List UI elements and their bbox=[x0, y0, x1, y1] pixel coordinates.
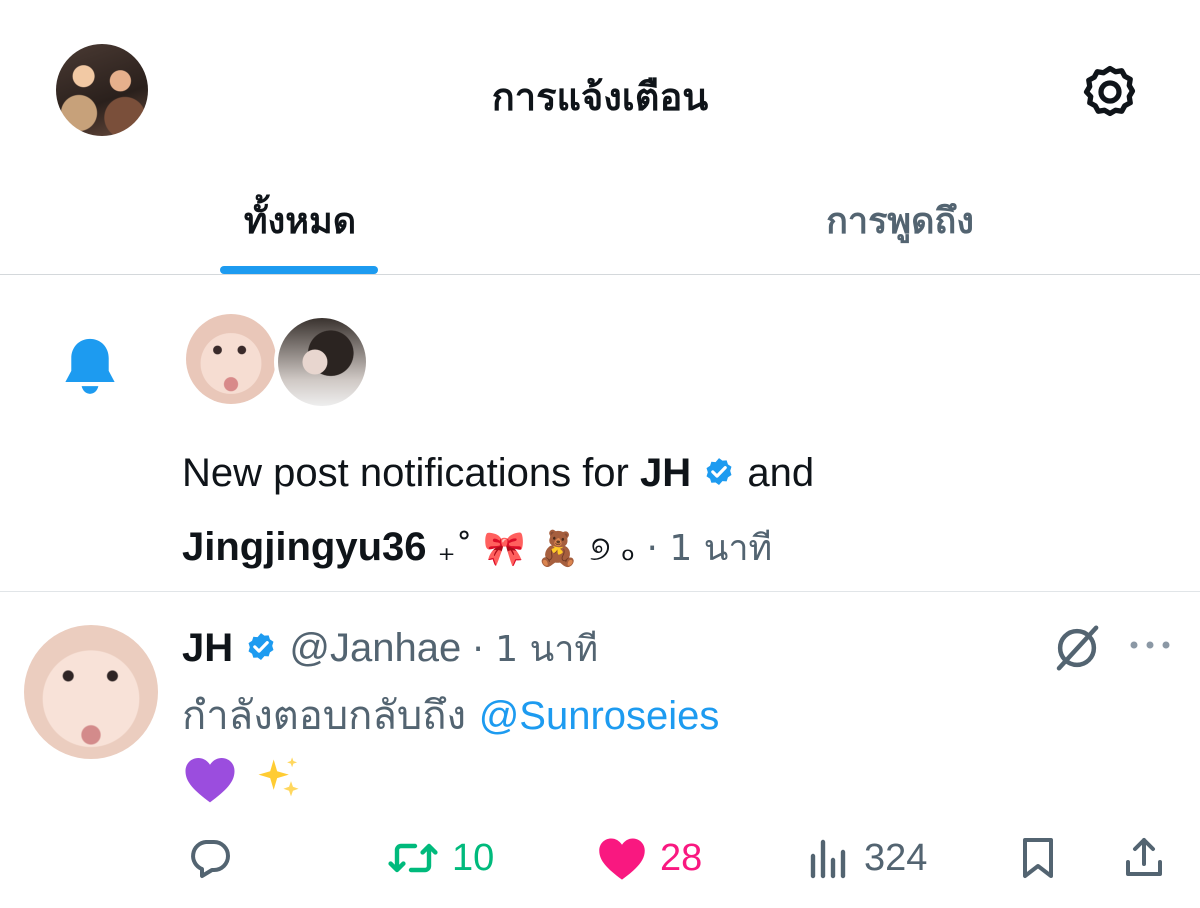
notification-user2-suffix: ₊˚ 🎀 🧸 ୭ ₒ bbox=[437, 529, 636, 569]
repost-count: 10 bbox=[452, 836, 495, 879]
tab-active-indicator bbox=[220, 266, 378, 274]
grok-slash-icon[interactable] bbox=[1050, 621, 1104, 675]
avatar-jh[interactable] bbox=[186, 314, 276, 404]
bar-chart-icon bbox=[810, 839, 846, 879]
like-button[interactable]: 28 bbox=[596, 828, 702, 888]
post-author-avatar[interactable] bbox=[24, 625, 158, 759]
bookmark-icon bbox=[1023, 838, 1053, 878]
notification-text: New post notifications for JH and Jingji… bbox=[182, 436, 1162, 586]
repost-icon bbox=[388, 843, 438, 873]
reply-mention[interactable]: @Sunroseies bbox=[479, 694, 720, 738]
notification-user1[interactable]: JH bbox=[640, 451, 691, 495]
reply-icon bbox=[191, 840, 230, 878]
repost-button[interactable]: 10 bbox=[386, 828, 494, 888]
avatar-jingjingyu36[interactable] bbox=[274, 314, 370, 410]
sparkles-emoji bbox=[258, 757, 300, 797]
share-button[interactable] bbox=[1120, 828, 1180, 888]
post-author-handle[interactable]: @Janhae bbox=[289, 626, 461, 670]
verified-badge-icon bbox=[248, 633, 274, 661]
notification-time: · 1 นาที bbox=[646, 528, 773, 569]
post-author-name[interactable]: JH bbox=[182, 626, 233, 670]
post-item[interactable]: JH @Janhae · 1 นาที กำลังตอบกลับถึง @Sun… bbox=[0, 593, 1200, 908]
view-count: 324 bbox=[864, 836, 928, 879]
post-actions: 10 28 324 bbox=[0, 828, 1200, 888]
purple-heart-emoji bbox=[185, 758, 235, 803]
reply-prefix: กำลังตอบกลับถึง bbox=[182, 693, 479, 739]
verified-badge-icon bbox=[706, 458, 732, 486]
post-time: · 1 นาที bbox=[472, 629, 599, 670]
bell-icon bbox=[65, 338, 115, 394]
bookmark-button[interactable] bbox=[1014, 828, 1074, 888]
notification-prefix: New post notifications for bbox=[182, 451, 640, 495]
tab-all[interactable]: ทั้งหมด bbox=[222, 192, 378, 249]
views-button[interactable]: 324 bbox=[806, 828, 927, 888]
share-icon bbox=[1126, 838, 1162, 876]
notification-connector: and bbox=[736, 451, 815, 495]
reply-button[interactable] bbox=[186, 828, 246, 888]
notification-item[interactable]: New post notifications for JH and Jingji… bbox=[0, 276, 1200, 592]
heart-filled-icon bbox=[599, 838, 645, 880]
page-title: การแจ้งเตือน bbox=[491, 75, 709, 119]
tab-bar: ทั้งหมด การพูดถึง bbox=[0, 180, 1200, 275]
post-body bbox=[182, 753, 314, 813]
post-header: JH @Janhae · 1 นาที bbox=[182, 623, 598, 675]
like-count: 28 bbox=[660, 836, 703, 879]
more-options-icon[interactable] bbox=[1128, 633, 1172, 657]
reply-context: กำลังตอบกลับถึง @Sunroseies bbox=[182, 689, 719, 743]
gear-icon[interactable] bbox=[1080, 62, 1140, 122]
notification-user2[interactable]: Jingjingyu36 bbox=[182, 525, 427, 569]
tab-mentions[interactable]: การพูดถึง bbox=[780, 192, 1020, 249]
header: การแจ้งเตือน bbox=[0, 0, 1200, 180]
